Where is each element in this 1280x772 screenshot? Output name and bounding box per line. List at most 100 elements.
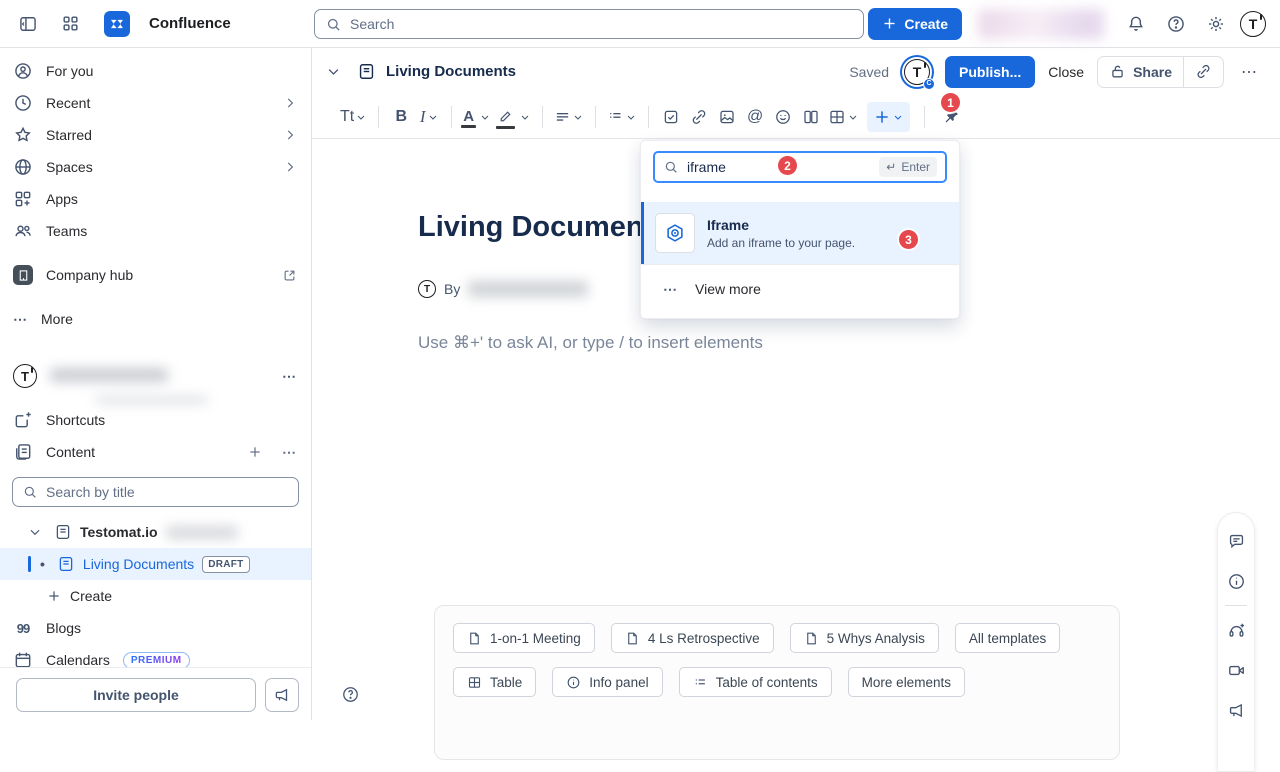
tree-item-space[interactable]: Testomat.io bbox=[0, 516, 311, 548]
content-stack-icon bbox=[13, 442, 33, 462]
chevron-right-icon[interactable] bbox=[283, 96, 297, 110]
tree-create-button[interactable]: Create bbox=[0, 580, 311, 612]
clock-icon bbox=[13, 93, 33, 113]
chevron-right-icon[interactable] bbox=[283, 128, 297, 142]
image-icon[interactable] bbox=[714, 102, 740, 132]
chevron-down-icon[interactable] bbox=[326, 64, 341, 79]
bullet-dot: • bbox=[40, 556, 45, 572]
space-profile-row[interactable]: T ⋯ bbox=[0, 360, 311, 392]
user-avatar[interactable]: T bbox=[1240, 11, 1266, 37]
close-button[interactable]: Close bbox=[1048, 64, 1084, 80]
tree-item-living-documents[interactable]: • Living Documents DRAFT bbox=[0, 548, 311, 580]
draft-badge: DRAFT bbox=[202, 556, 249, 573]
breadcrumb-page-title[interactable]: Living Documents bbox=[386, 63, 516, 80]
global-search[interactable] bbox=[314, 9, 864, 39]
invite-people-button[interactable]: Invite people bbox=[16, 678, 256, 712]
redacted-space-suffix bbox=[166, 526, 238, 539]
sidebar-item-content[interactable]: Content ⋯ bbox=[0, 436, 311, 468]
insert-info-panel-button[interactable]: Info panel bbox=[552, 667, 662, 697]
copy-link-button[interactable] bbox=[1184, 57, 1223, 87]
all-templates-button[interactable]: All templates bbox=[955, 623, 1060, 653]
publish-button[interactable]: Publish... bbox=[945, 56, 1035, 88]
insert-toc-button[interactable]: Table of contents bbox=[679, 667, 832, 697]
chevron-down-icon[interactable] bbox=[28, 525, 42, 539]
text-style-dropdown[interactable]: Tt bbox=[338, 102, 369, 132]
settings-gear-icon[interactable] bbox=[1200, 8, 1232, 40]
help-icon[interactable] bbox=[1160, 8, 1192, 40]
collaborator-badge: C bbox=[923, 78, 935, 90]
emoji-icon[interactable] bbox=[770, 102, 796, 132]
ellipsis-icon[interactable]: ⋯ bbox=[282, 444, 297, 461]
return-icon: ↵ bbox=[886, 160, 896, 174]
chevron-right-icon[interactable] bbox=[283, 160, 297, 174]
announcement-megaphone-icon[interactable] bbox=[1221, 695, 1251, 725]
page-icon bbox=[54, 523, 72, 541]
link-icon bbox=[1195, 63, 1212, 80]
sidebar-item-spaces[interactable]: Spaces bbox=[0, 151, 311, 183]
feedback-megaphone-button[interactable] bbox=[265, 678, 299, 712]
main-area: Living Documents Saved T C Publish... Cl… bbox=[312, 48, 1280, 720]
comments-icon[interactable] bbox=[1221, 526, 1251, 556]
more-elements-button[interactable]: More elements bbox=[848, 667, 965, 697]
sidebar-item-teams[interactable]: Teams bbox=[0, 215, 311, 247]
sidebar-item-more[interactable]: ⋯ More bbox=[0, 303, 311, 335]
editor-placeholder[interactable]: Use ⌘+' to ask AI, or type / to insert e… bbox=[418, 333, 763, 353]
table-icon bbox=[467, 675, 482, 690]
list-dropdown[interactable] bbox=[605, 102, 639, 132]
content-search-input[interactable] bbox=[46, 484, 289, 500]
template-4ls-retrospective[interactable]: 4 Ls Retrospective bbox=[611, 623, 774, 653]
insert-elements-dropdown[interactable] bbox=[867, 102, 910, 132]
document-title[interactable]: Living Documents bbox=[418, 211, 669, 244]
sidebar-item-for-you[interactable]: For you bbox=[0, 55, 311, 87]
app-switcher-icon[interactable] bbox=[54, 8, 86, 40]
sidebar-item-company-hub[interactable]: Company hub bbox=[0, 259, 311, 291]
details-info-icon[interactable] bbox=[1221, 566, 1251, 596]
selected-indicator bbox=[641, 202, 644, 264]
search-input[interactable] bbox=[350, 16, 853, 32]
sidebar-item-recent[interactable]: Recent bbox=[0, 87, 311, 119]
star-icon bbox=[13, 125, 33, 145]
bold-button[interactable]: B bbox=[388, 102, 414, 132]
alignment-dropdown[interactable] bbox=[552, 102, 586, 132]
create-button[interactable]: Create bbox=[868, 8, 962, 40]
result-description: Add an iframe to your page. bbox=[707, 236, 855, 250]
ellipsis-icon[interactable]: ⋯ bbox=[282, 368, 297, 385]
content-search[interactable] bbox=[12, 477, 299, 507]
italic-dropdown[interactable]: I bbox=[416, 102, 442, 132]
share-button[interactable]: Share bbox=[1098, 57, 1183, 87]
insert-search[interactable]: iframe ↵ Enter bbox=[653, 151, 947, 183]
search-icon bbox=[22, 484, 38, 500]
table-dropdown[interactable] bbox=[826, 102, 861, 132]
sidebar-item-blogs[interactable]: 99 Blogs bbox=[0, 612, 311, 644]
editor-help-icon[interactable] bbox=[340, 684, 360, 704]
audio-support-icon[interactable] bbox=[1221, 615, 1251, 645]
task-checkbox-icon[interactable] bbox=[658, 102, 684, 132]
notifications-bell-icon[interactable] bbox=[1120, 8, 1152, 40]
template-5-whys-analysis[interactable]: 5 Whys Analysis bbox=[790, 623, 939, 653]
highlight-color-dropdown[interactable] bbox=[495, 102, 533, 132]
annotation-step-1: 1 bbox=[941, 93, 960, 112]
page-header: Living Documents Saved T C Publish... Cl… bbox=[312, 48, 1280, 95]
view-more-item[interactable]: ⋯ View more bbox=[641, 265, 959, 313]
document-icon bbox=[804, 631, 819, 646]
text-color-dropdown[interactable]: A bbox=[461, 102, 493, 132]
template-1on1-meeting[interactable]: 1-on-1 Meeting bbox=[453, 623, 595, 653]
collapse-sidebar-icon[interactable] bbox=[12, 8, 44, 40]
mention-icon[interactable]: @ bbox=[742, 102, 768, 132]
sidebar-item-starred[interactable]: Starred bbox=[0, 119, 311, 151]
sidebar-item-apps[interactable]: Apps bbox=[0, 183, 311, 215]
more-actions-icon[interactable]: ⋯ bbox=[1237, 62, 1262, 82]
insert-table-button[interactable]: Table bbox=[453, 667, 536, 697]
sidebar-item-shortcuts[interactable]: Shortcuts bbox=[0, 404, 311, 436]
person-circle-icon bbox=[13, 61, 33, 81]
page-icon bbox=[57, 555, 75, 573]
confluence-logo-icon[interactable] bbox=[104, 11, 130, 37]
external-link-icon bbox=[282, 268, 297, 283]
collaborator-avatar[interactable]: T C bbox=[902, 57, 932, 87]
add-content-icon[interactable] bbox=[247, 444, 263, 460]
annotation-step-3: 3 bbox=[899, 230, 918, 249]
layout-columns-icon[interactable] bbox=[798, 102, 824, 132]
link-icon[interactable] bbox=[686, 102, 712, 132]
globe-icon bbox=[13, 157, 33, 177]
video-icon[interactable] bbox=[1221, 655, 1251, 685]
